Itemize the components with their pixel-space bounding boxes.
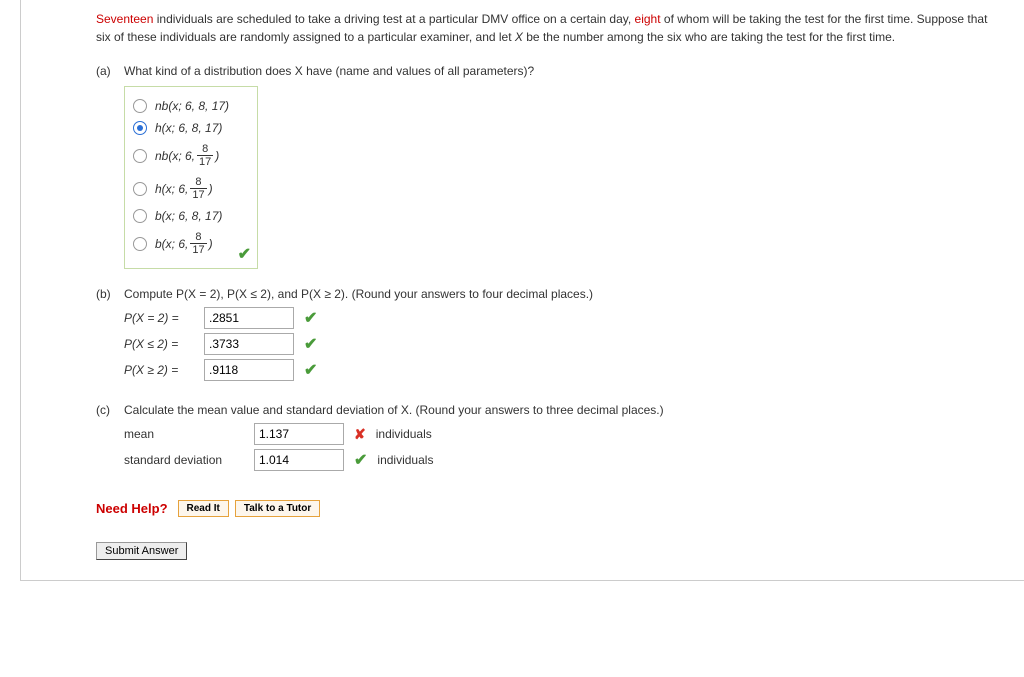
talk-tutor-button[interactable]: Talk to a Tutor: [235, 500, 320, 517]
part-a-label: (a): [96, 64, 124, 78]
option-6-pre: b(x; 6,: [155, 237, 188, 251]
cross-icon: ✘: [354, 426, 366, 443]
part-b-question: Compute P(X = 2), P(X ≤ 2), and P(X ≥ 2)…: [124, 287, 1004, 301]
check-icon: ✔: [304, 360, 317, 380]
fraction: 817: [197, 143, 213, 168]
close-paren: ): [209, 182, 213, 196]
var-x: X: [515, 30, 523, 44]
frac-den: 17: [190, 189, 206, 201]
options-box: nb(x; 6, 8, 17) h(x; 6, 8, 17) nb(x; 6, …: [124, 86, 258, 269]
need-help-label: Need Help?: [96, 501, 168, 516]
question-container: Seventeen individuals are scheduled to t…: [20, 0, 1024, 581]
check-icon: ✔: [304, 334, 317, 354]
read-it-button[interactable]: Read It: [178, 500, 229, 517]
option-2[interactable]: h(x; 6, 8, 17): [133, 117, 229, 139]
frac-num: 8: [190, 231, 206, 244]
b-r2-input[interactable]: [204, 333, 294, 355]
radio-icon[interactable]: [133, 182, 147, 196]
c-mean-row: mean ✘ individuals: [124, 423, 1004, 445]
frac-num: 8: [190, 176, 206, 189]
option-2-label: h(x; 6, 8, 17): [155, 121, 222, 135]
intro-text-3: be the number among the six who are taki…: [523, 30, 895, 44]
c-mean-unit: individuals: [376, 427, 432, 441]
n-first: eight: [635, 12, 661, 26]
part-b: (b) Compute P(X = 2), P(X ≤ 2), and P(X …: [96, 287, 1004, 385]
b-r3-label: P(X ≥ 2) =: [124, 363, 204, 377]
submit-answer-button[interactable]: Submit Answer: [96, 542, 187, 560]
c-sd-row: standard deviation ✔ individuals: [124, 449, 1004, 471]
b-row-3: P(X ≥ 2) = ✔: [124, 359, 1004, 381]
option-3[interactable]: nb(x; 6, 817 ): [133, 139, 229, 172]
part-c-label: (c): [96, 403, 124, 417]
c-sd-label: standard deviation: [124, 453, 254, 467]
frac-den: 17: [190, 244, 206, 256]
b-r1-input[interactable]: [204, 307, 294, 329]
radio-icon-selected[interactable]: [133, 121, 147, 135]
frac-num: 8: [197, 143, 213, 156]
option-5-label: b(x; 6, 8, 17): [155, 209, 222, 223]
part-c: (c) Calculate the mean value and standar…: [96, 403, 1004, 475]
c-mean-label: mean: [124, 427, 254, 441]
close-paren: ): [209, 237, 213, 251]
b-row-1: P(X = 2) = ✔: [124, 307, 1004, 329]
radio-icon[interactable]: [133, 209, 147, 223]
fraction: 817: [190, 176, 206, 201]
option-4-pre: h(x; 6,: [155, 182, 188, 196]
b-r3-input[interactable]: [204, 359, 294, 381]
c-sd-input[interactable]: [254, 449, 344, 471]
part-c-question: Calculate the mean value and standard de…: [124, 403, 1004, 417]
need-help-row: Need Help? Read It Talk to a Tutor: [96, 500, 1004, 517]
option-3-pre: nb(x; 6,: [155, 149, 195, 163]
submit-row: Submit Answer: [96, 542, 1004, 560]
part-a-question: What kind of a distribution does X have …: [124, 64, 1004, 78]
b-row-2: P(X ≤ 2) = ✔: [124, 333, 1004, 355]
close-paren: ): [215, 149, 219, 163]
check-icon: ✔: [304, 308, 317, 328]
b-r2-label: P(X ≤ 2) =: [124, 337, 204, 351]
fraction: 817: [190, 231, 206, 256]
option-1[interactable]: nb(x; 6, 8, 17): [133, 95, 229, 117]
problem-statement: Seventeen individuals are scheduled to t…: [96, 10, 1004, 46]
option-6[interactable]: b(x; 6, 817 ): [133, 227, 229, 260]
option-4[interactable]: h(x; 6, 817 ): [133, 172, 229, 205]
part-b-label: (b): [96, 287, 124, 301]
b-r1-label: P(X = 2) =: [124, 311, 204, 325]
c-sd-unit: individuals: [377, 453, 433, 467]
radio-icon[interactable]: [133, 149, 147, 163]
intro-text-1: individuals are scheduled to take a driv…: [153, 12, 634, 26]
check-icon: ✔: [238, 244, 251, 264]
check-icon: ✔: [354, 450, 367, 470]
frac-den: 17: [197, 156, 213, 168]
n-total: Seventeen: [96, 12, 153, 26]
option-5[interactable]: b(x; 6, 8, 17): [133, 205, 229, 227]
c-mean-input[interactable]: [254, 423, 344, 445]
radio-icon[interactable]: [133, 99, 147, 113]
radio-icon[interactable]: [133, 237, 147, 251]
option-1-label: nb(x; 6, 8, 17): [155, 99, 229, 113]
part-a: (a) What kind of a distribution does X h…: [96, 64, 1004, 269]
